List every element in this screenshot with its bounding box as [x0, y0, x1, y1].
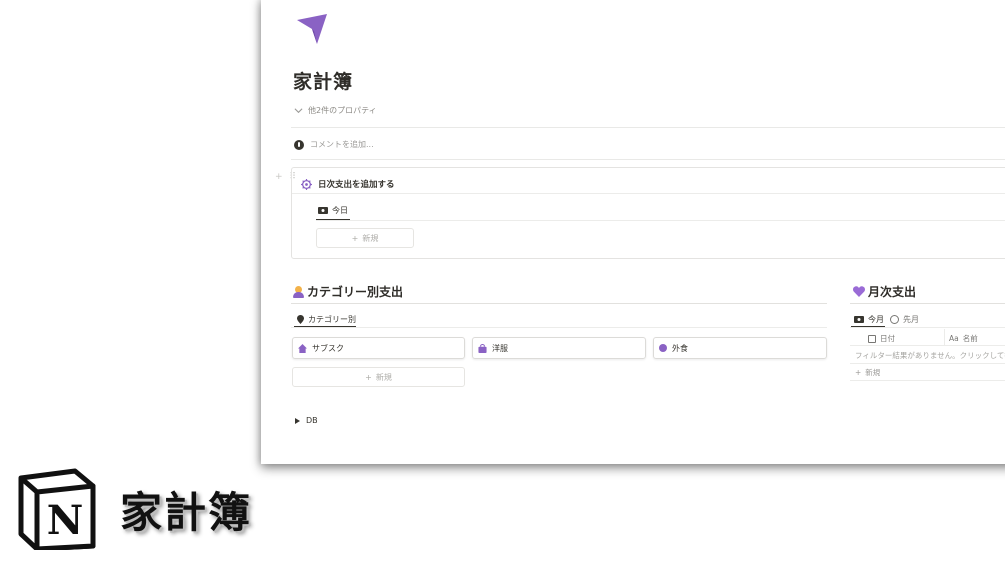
comment-placeholder: コメントを追加...	[310, 140, 374, 149]
triangle-right-icon	[295, 417, 300, 424]
notion-page: 家計簿 他2件のプロパティ コメントを追加... + ⠿ 日次支出を追加する 今…	[261, 0, 1005, 464]
bag-icon	[478, 343, 487, 353]
tab-label: カテゴリー別	[308, 315, 356, 324]
category-heading-text: カテゴリー別支出	[307, 285, 404, 299]
text-type-icon: Aa	[949, 334, 959, 343]
properties-toggle[interactable]: 他2件のプロパティ	[294, 105, 377, 116]
clock-icon	[890, 315, 899, 324]
ticket-icon	[854, 316, 864, 323]
plus-icon: +	[365, 372, 372, 382]
divider	[850, 380, 1005, 381]
gear-icon	[301, 178, 312, 190]
house-icon	[298, 343, 307, 353]
divider	[291, 159, 1005, 160]
widget-title[interactable]: 日次支出を追加する	[318, 178, 395, 190]
card-label: 洋服	[492, 343, 508, 353]
category-card-dining[interactable]: 外食	[653, 337, 827, 359]
column-divider	[944, 329, 945, 345]
tab-label: 先月	[903, 315, 919, 324]
widget-header: 日次支出を追加する	[301, 178, 395, 190]
tab-label: 今日	[332, 206, 348, 215]
paper-plane-icon[interactable]	[295, 12, 329, 46]
empty-state-text[interactable]: フィルター結果がありません。クリックして行	[855, 350, 1005, 361]
tab-this-month[interactable]: 今月	[854, 314, 884, 325]
column-label: 名前	[962, 334, 978, 343]
new-label: 新規	[865, 368, 881, 377]
divider	[291, 127, 1005, 128]
divider	[316, 220, 1005, 221]
properties-toggle-label: 他2件のプロパティ	[308, 106, 377, 115]
tab-category[interactable]: カテゴリー別	[297, 314, 356, 325]
pin-icon	[297, 315, 304, 324]
chevron-down-icon	[294, 108, 303, 114]
card-label: 外食	[672, 343, 688, 353]
ticket-icon	[318, 207, 328, 214]
divider	[292, 193, 1005, 194]
category-card-subscription[interactable]: サブスク	[292, 337, 465, 359]
db-toggle[interactable]: DB	[295, 416, 318, 425]
divider	[291, 303, 827, 304]
notion-logo: N	[18, 468, 96, 550]
column-header-name[interactable]: Aa 名前	[949, 333, 978, 344]
plus-icon: +	[855, 368, 862, 377]
comment-input[interactable]: コメントを追加...	[294, 139, 374, 150]
page-title[interactable]: 家計簿	[293, 67, 353, 94]
column-header-date[interactable]: 日付	[868, 333, 895, 344]
category-heading[interactable]: カテゴリー別支出	[293, 283, 403, 300]
divider	[291, 327, 827, 328]
heart-icon	[853, 286, 865, 297]
divider	[850, 363, 1005, 364]
plus-icon: +	[351, 233, 359, 243]
db-toggle-label: DB	[306, 416, 318, 425]
divider	[850, 303, 1005, 304]
divider	[850, 345, 1005, 346]
circle-icon	[659, 344, 667, 352]
new-label: 新規	[375, 372, 392, 382]
new-label: 新規	[362, 233, 379, 243]
tab-today[interactable]: 今日	[318, 205, 348, 216]
new-row-button[interactable]: + 新規	[855, 367, 880, 378]
new-button[interactable]: + 新規	[316, 228, 414, 248]
person-icon	[293, 285, 304, 298]
monthly-heading[interactable]: 月次支出	[853, 283, 916, 300]
card-label: サブスク	[312, 343, 344, 353]
tab-last-month[interactable]: 先月	[890, 314, 919, 325]
svg-text:N: N	[47, 497, 84, 544]
monthly-heading-text: 月次支出	[868, 285, 917, 299]
divider	[850, 327, 1005, 328]
calendar-icon	[868, 334, 876, 343]
brand-title: 家計簿	[120, 488, 253, 537]
new-button[interactable]: + 新規	[292, 367, 465, 387]
daily-expense-widget: 日次支出を追加する 今日 + 新規	[291, 167, 1005, 259]
tab-label: 今月	[868, 315, 884, 324]
column-label: 日付	[880, 334, 895, 343]
avatar	[294, 139, 304, 150]
category-card-clothes[interactable]: 洋服	[472, 337, 646, 359]
